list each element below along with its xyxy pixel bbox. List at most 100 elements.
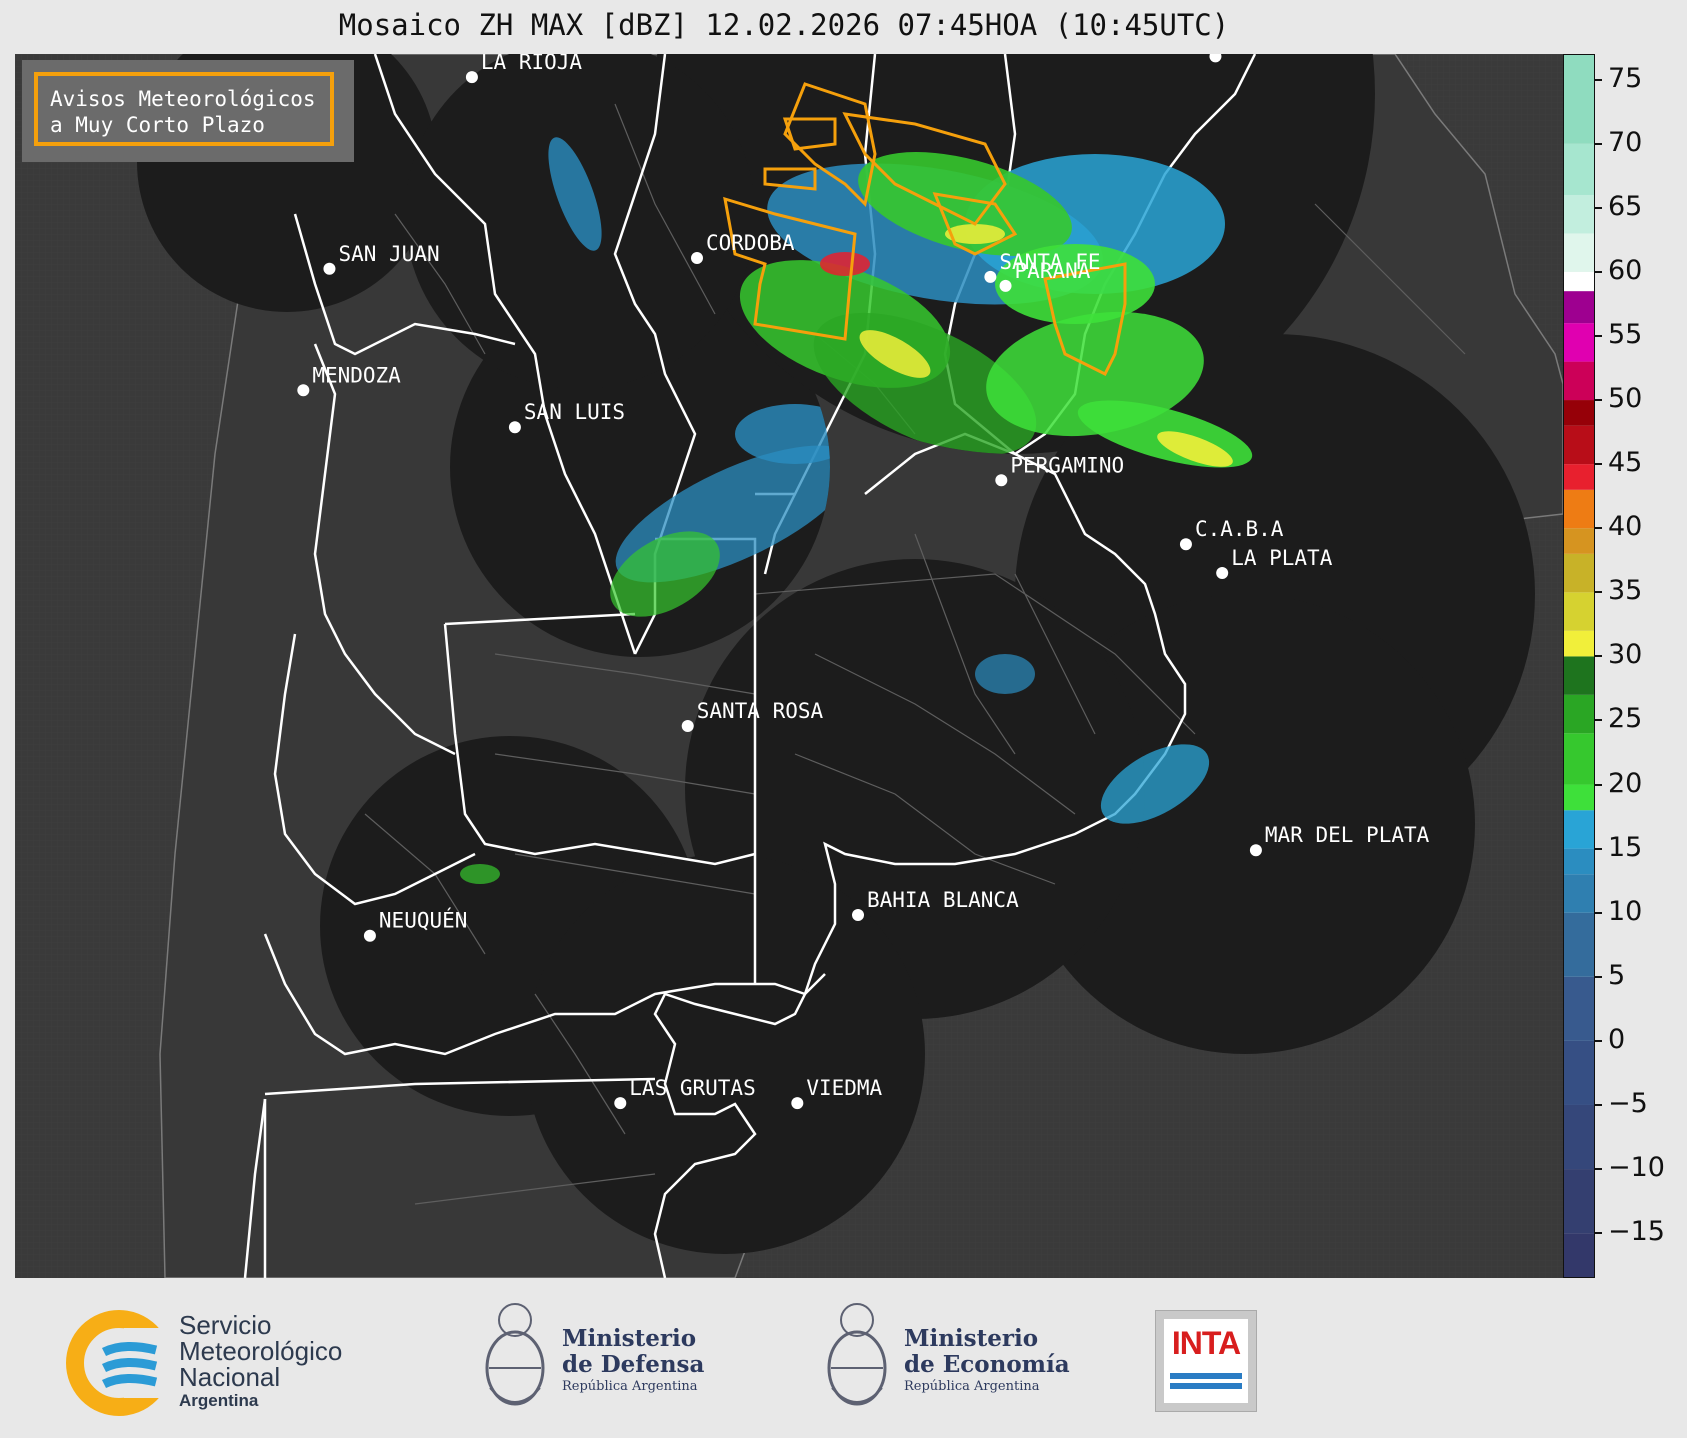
colorbar-band <box>1563 694 1595 734</box>
warning-legend: Avisos Meteorológicos a Muy Corto Plazo <box>34 72 334 146</box>
colorbar-tick-mark <box>1595 591 1602 594</box>
city-label: CORDOBA <box>706 231 795 255</box>
colorbar-tick-label: 10 <box>1608 895 1643 927</box>
colorbar-tick-label: 55 <box>1608 318 1643 350</box>
smn-line1: Servicio <box>179 1310 272 1340</box>
colorbar-band <box>1563 291 1595 324</box>
colorbar-tick-mark <box>1595 1232 1602 1235</box>
city-marker <box>465 71 478 84</box>
city-marker <box>791 1097 804 1110</box>
city-marker <box>1216 567 1229 579</box>
colorbar-tick-mark <box>1595 399 1602 402</box>
colorbar-tick-mark <box>1595 334 1602 337</box>
colorbar-band <box>1563 874 1595 913</box>
colorbar-tick-label: 0 <box>1608 1023 1626 1055</box>
colorbar-band <box>1563 1233 1595 1278</box>
city-marker <box>363 929 376 942</box>
colorbar-band <box>1563 630 1595 657</box>
colorbar-tick-label: 50 <box>1608 383 1643 415</box>
colorbar <box>1563 54 1595 1278</box>
colorbar-tick-label: −10 <box>1608 1152 1665 1184</box>
smn-logo: Servicio Meteorológico Nacional Argentin… <box>64 1308 384 1418</box>
colorbar-tick-mark <box>1595 1168 1602 1171</box>
city-label: MENDOZA <box>312 363 401 387</box>
colorbar-tick-label: 65 <box>1608 190 1643 222</box>
smn-line2: Meteorológico <box>179 1336 343 1366</box>
city-label: LA PLATA <box>1231 546 1333 570</box>
national-shield-icon <box>827 1303 887 1406</box>
colorbar-tick-mark <box>1595 1039 1602 1042</box>
city-marker <box>999 279 1012 292</box>
colorbar-band <box>1563 271 1595 292</box>
colorbar-tick-mark <box>1595 270 1602 273</box>
colorbar-tick-label: 75 <box>1608 62 1643 94</box>
city-marker <box>1249 844 1262 857</box>
colorbar-band <box>1563 489 1595 529</box>
colorbar-band <box>1563 848 1595 875</box>
colorbar-tick-label: 45 <box>1608 447 1643 479</box>
city-marker <box>323 262 336 275</box>
economia-line2: de Economía <box>904 1351 1070 1378</box>
colorbar-band <box>1563 784 1595 811</box>
colorbar-band <box>1563 976 1595 1041</box>
national-shield-icon <box>485 1303 545 1406</box>
colorbar-tick-label: 15 <box>1608 831 1643 863</box>
colorbar-band <box>1563 400 1595 426</box>
colorbar-tick-mark <box>1595 1103 1602 1106</box>
city-marker <box>995 474 1008 487</box>
city-marker <box>1179 538 1192 551</box>
inta-text: INTA <box>1171 1325 1241 1361</box>
smn-line3: Nacional <box>179 1362 281 1392</box>
city-label: SANTA ROSA <box>697 699 824 723</box>
colorbar-tick-mark <box>1595 206 1602 209</box>
colorbar-tick-label: 60 <box>1608 254 1643 286</box>
colorbar-tick-mark <box>1595 527 1602 530</box>
city-marker <box>508 421 521 434</box>
defensa-line3: República Argentina <box>562 1379 698 1394</box>
colorbar-band <box>1563 361 1595 401</box>
footer-logos: Servicio Meteorológico Nacional Argentin… <box>0 1288 1687 1438</box>
defensa-line1: Ministerio <box>562 1325 697 1352</box>
city-label: SAN LUIS <box>524 400 625 424</box>
colorbar-tick-label: 25 <box>1608 703 1643 735</box>
colorbar-band <box>1563 143 1595 195</box>
city-label: PARANA <box>1015 259 1091 283</box>
defensa-logo: Ministerio de Defensa República Argentin… <box>480 1298 740 1428</box>
economia-logo: Ministerio de Economía República Argenti… <box>822 1298 1082 1428</box>
smn-line4: Argentina <box>179 1391 259 1410</box>
colorbar-tick-label: −5 <box>1608 1087 1648 1119</box>
economia-line3: República Argentina <box>904 1379 1040 1394</box>
radar-map: LA RIOJAMERCEDESSAN JUANCORDOBASANTA FEP… <box>15 54 1563 1278</box>
colorbar-band <box>1563 733 1595 785</box>
colorbar-band <box>1563 656 1595 695</box>
city-label: MAR DEL PLATA <box>1265 823 1430 847</box>
colorbar-tick-mark <box>1595 655 1602 658</box>
city-marker <box>984 270 997 283</box>
colorbar-tick-label: 20 <box>1608 767 1643 799</box>
colorbar-tick-mark <box>1595 719 1602 722</box>
colorbar-tick-mark <box>1595 847 1602 850</box>
colorbar-band <box>1563 54 1595 144</box>
city-label: BAHIA BLANCA <box>867 888 1019 912</box>
city-marker <box>852 909 865 921</box>
colorbar-band <box>1563 810 1595 849</box>
colorbar-band <box>1563 528 1595 554</box>
defensa-line2: de Defensa <box>562 1351 705 1378</box>
colorbar-tick-mark <box>1595 975 1602 978</box>
colorbar-band <box>1563 1169 1595 1234</box>
inta-logo: INTA <box>1155 1310 1257 1412</box>
city-marker <box>614 1097 627 1110</box>
colorbar-band <box>1563 1104 1595 1170</box>
colorbar-tick-mark <box>1595 463 1602 466</box>
city-label: VIEDMA <box>806 1076 882 1100</box>
smn-emblem-icon <box>66 1310 174 1416</box>
colorbar-tick-mark <box>1595 142 1602 145</box>
colorbar-tick-mark <box>1595 911 1602 914</box>
city-label: LAS GRUTAS <box>629 1076 755 1100</box>
economia-line1: Ministerio <box>904 1325 1039 1352</box>
city-label: PERGAMINO <box>1010 453 1124 477</box>
map-title: Mosaico ZH MAX [dBZ] 12.02.2026 07:45HOA… <box>338 8 1230 42</box>
city-marker <box>297 384 310 397</box>
city-label: LA RIOJA <box>481 54 583 74</box>
colorbar-band <box>1563 464 1595 490</box>
